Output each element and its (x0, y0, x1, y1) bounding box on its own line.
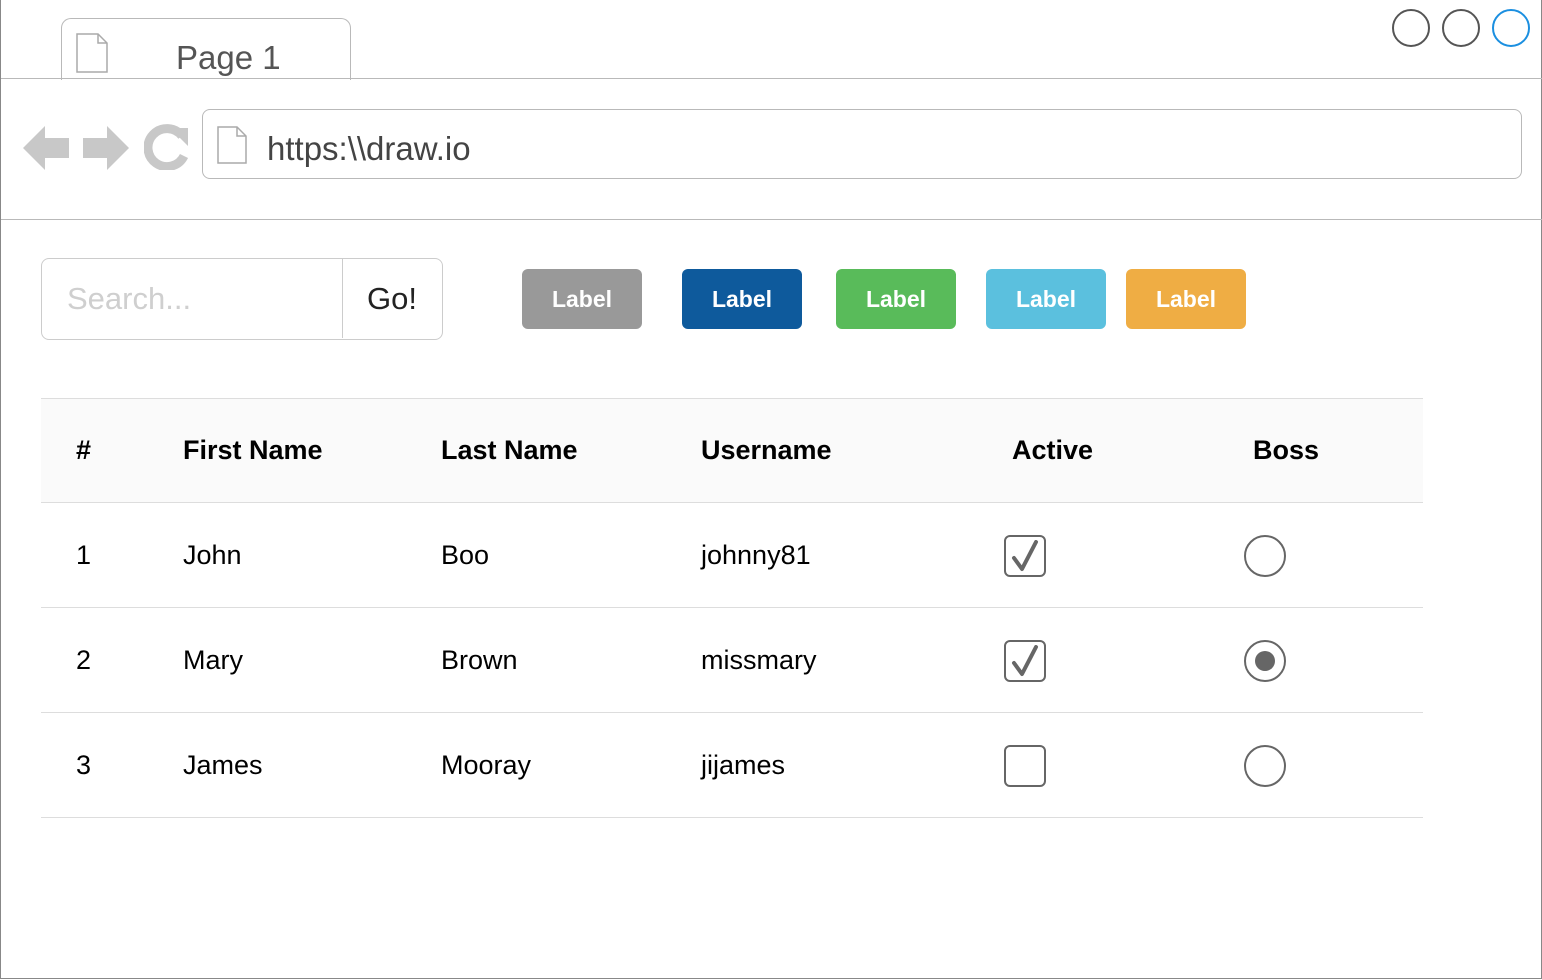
first-name-cell: James (183, 749, 263, 780)
active-checkbox[interactable] (1004, 640, 1046, 682)
tab-page-1[interactable]: Page 1 (61, 18, 351, 80)
header-boss: Boss (1253, 435, 1320, 465)
active-checkbox[interactable] (1004, 745, 1046, 787)
radio-dot-icon (1255, 651, 1275, 671)
table-row: 2 Mary Brown missmary (41, 608, 1423, 713)
first-name-cell: Mary (183, 644, 243, 675)
table-row: 1 John Boo johnny81 (41, 503, 1423, 608)
row-number: 3 (76, 749, 92, 780)
window-button-2[interactable] (1442, 9, 1480, 47)
username-cell: missmary (701, 644, 817, 675)
window-button-1[interactable] (1392, 9, 1430, 47)
tab-bar: Page 1 (1, 0, 1542, 80)
arrow-right-icon[interactable] (83, 124, 129, 172)
header-active: Active (1012, 435, 1094, 465)
last-name-cell: Mooray (441, 749, 532, 780)
navigation-bar: https:\\draw.io (1, 80, 1542, 220)
address-bar[interactable]: https:\\draw.io (202, 109, 1522, 179)
check-icon (1012, 540, 1038, 571)
browser-window: Page 1 https:\\draw.io Go! Label (0, 0, 1542, 979)
last-name-cell: Boo (441, 539, 490, 570)
tab-label: Page 1 (176, 39, 281, 76)
username-cell: jijames (701, 749, 786, 780)
username-cell: johnny81 (701, 539, 811, 570)
table-header: # First Name Last Name Username Active B… (41, 398, 1423, 503)
table-row: 3 James Mooray jijames (41, 713, 1423, 818)
url-text: https:\\draw.io (267, 130, 471, 167)
last-name-cell: Brown (441, 644, 518, 675)
label-badge-orange: Label (1126, 269, 1246, 329)
label-badge-blue: Label (682, 269, 802, 329)
header-last-name: Last Name (441, 435, 578, 465)
file-icon (217, 126, 247, 164)
label-badge-green: Label (836, 269, 956, 329)
header-number: # (76, 435, 92, 465)
search-input[interactable] (42, 259, 342, 338)
reload-icon[interactable] (144, 124, 190, 170)
first-name-cell: John (183, 539, 242, 570)
boss-radio[interactable] (1244, 535, 1286, 577)
check-icon (1012, 645, 1038, 676)
active-checkbox[interactable] (1004, 535, 1046, 577)
search-group: Go! (41, 258, 443, 340)
label-badge-cyan: Label (986, 269, 1106, 329)
go-button[interactable]: Go! (342, 259, 441, 338)
header-first-name: First Name (183, 435, 323, 465)
header-username: Username (701, 435, 832, 465)
boss-radio[interactable] (1244, 745, 1286, 787)
arrow-left-icon[interactable] (23, 124, 69, 172)
row-number: 2 (76, 644, 92, 675)
row-number: 1 (76, 539, 92, 570)
boss-radio[interactable] (1244, 640, 1286, 682)
label-badge-gray: Label (522, 269, 642, 329)
tab-divider (1, 78, 1542, 79)
file-icon (76, 33, 108, 73)
window-button-3[interactable] (1492, 9, 1530, 47)
users-table: # First Name Last Name Username Active B… (41, 398, 1423, 818)
